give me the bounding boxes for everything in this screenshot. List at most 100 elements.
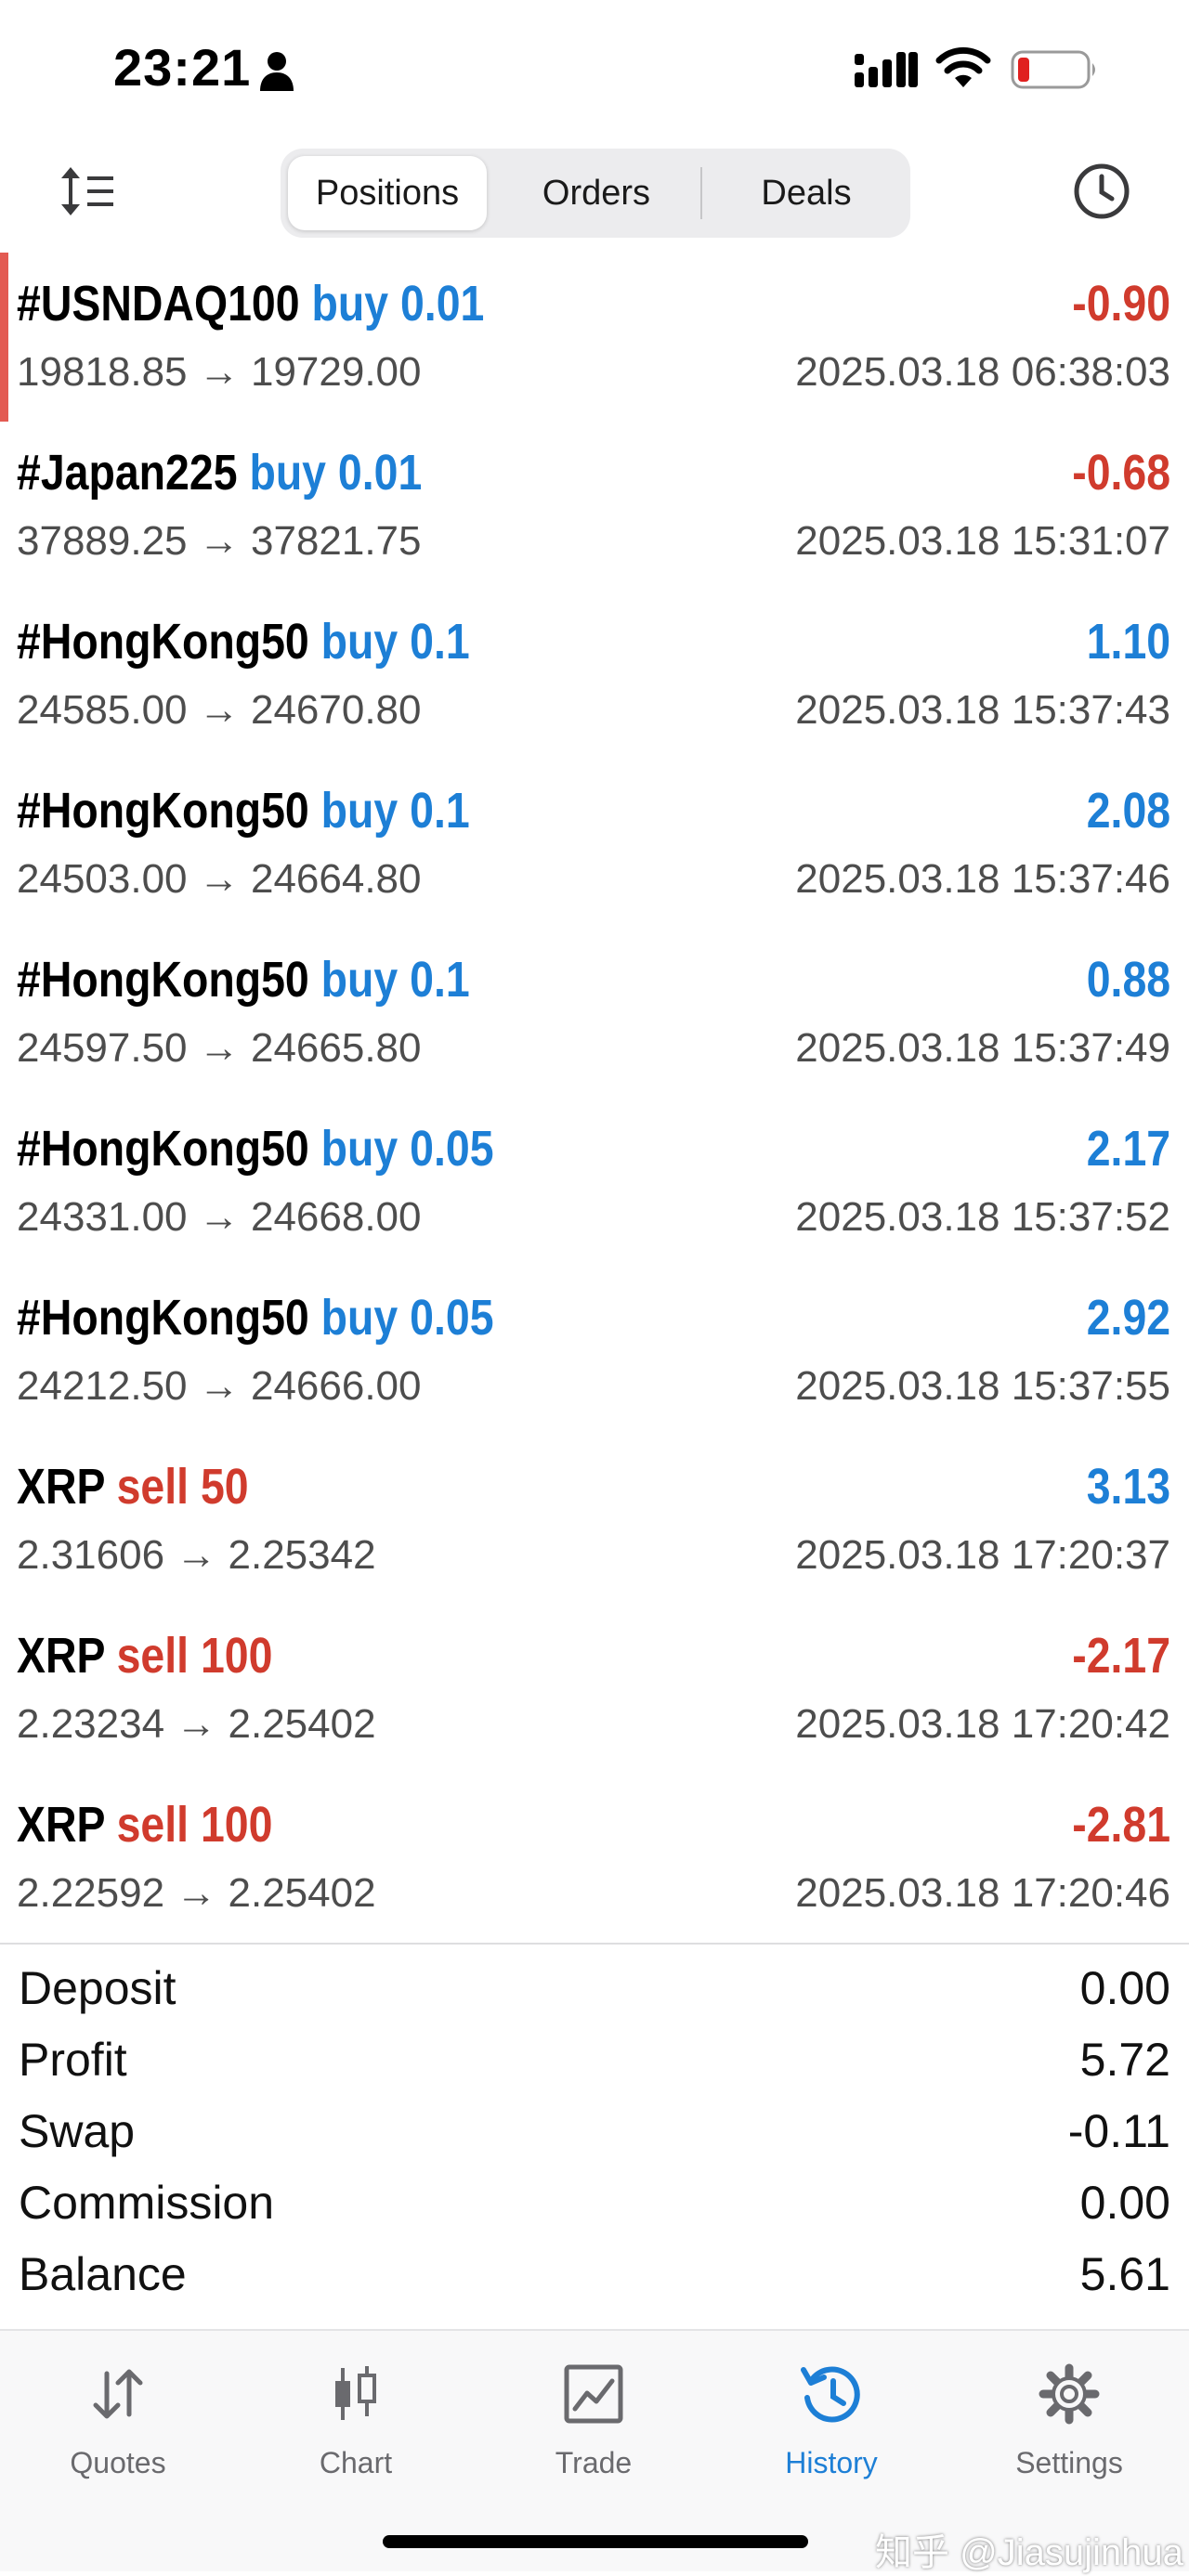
trade-chart-icon [564, 2364, 623, 2424]
deal-volume: 0.01 [399, 276, 485, 332]
deal-side: buy [320, 614, 399, 670]
deal-time: 2025.03.18 06:38:03 [795, 349, 1170, 395]
status-time: 23:21 [113, 38, 252, 97]
quotes-arrows-icon [93, 2369, 143, 2419]
status-bar: 23:21 [0, 0, 1189, 139]
tabbar-label: Settings [1015, 2446, 1123, 2479]
home-indicator [383, 2535, 808, 2548]
deal-time: 2025.03.18 17:20:46 [795, 1870, 1170, 1916]
wifi-icon [935, 46, 991, 87]
deal-time: 2025.03.18 17:20:37 [795, 1532, 1170, 1578]
divider [0, 1943, 1189, 1945]
tab-deals[interactable]: Deals [710, 156, 903, 230]
deal-prices: 24212.50 → 24666.00 [17, 1363, 422, 1409]
deal-prices: 2.31606 → 2.25342 [17, 1532, 376, 1578]
deal-time: 2025.03.18 15:37:49 [795, 1025, 1170, 1071]
tab-orders[interactable]: Orders [500, 156, 693, 230]
deal-volume: 100 [200, 1628, 273, 1684]
deal-volume: 0.1 [410, 783, 470, 839]
deal-row[interactable]: #Japan225 buy 0.01 -0.68 37889.25 → 37821.… [0, 422, 1189, 591]
tabbar-label: History [785, 2446, 878, 2479]
summary-value: 0.00 [1079, 1962, 1170, 2014]
deal-time: 2025.03.18 15:37:55 [795, 1363, 1170, 1409]
deal-symbol: XRP sell 100 [17, 1796, 272, 1854]
deal-symbol-name: #Japan225 [17, 445, 238, 501]
deal-profit: 3.13 [1086, 1459, 1170, 1515]
summary-label: Profit [19, 2034, 127, 2086]
cellular-signal-icon [855, 52, 918, 87]
deal-row[interactable]: XRP sell 50 3.13 2.31606 → 2.25342 2025.03.… [0, 1436, 1189, 1605]
tabbar-item-settings[interactable]: Settings [976, 2362, 1162, 2492]
tab-positions[interactable]: Positions [288, 156, 487, 230]
deal-symbol-name: XRP [17, 1797, 105, 1853]
tabbar-label: Chart [319, 2446, 393, 2479]
deal-side: sell [116, 1797, 189, 1853]
deal-side: sell [116, 1628, 189, 1684]
summary-value: 0.00 [1079, 2177, 1170, 2229]
deal-prices: 24331.00 → 24668.00 [17, 1194, 422, 1240]
deal-volume: 0.01 [337, 445, 423, 501]
deal-side: sell [116, 1459, 189, 1515]
deal-symbol: #USNDAQ100 buy 0.01 [17, 275, 484, 332]
deal-symbol-name: #HongKong50 [17, 1121, 309, 1177]
deal-symbol: XRP sell 50 [17, 1458, 249, 1516]
deal-side: buy [320, 783, 399, 839]
deal-prices: 24503.00 → 24664.80 [17, 856, 422, 902]
deal-profit: 2.08 [1086, 783, 1170, 839]
deal-prices: 2.22592 → 2.25402 [17, 1870, 376, 1916]
tabbar-item-history[interactable]: History [738, 2362, 924, 2492]
summary-value: -0.11 [1067, 2105, 1170, 2157]
summary-label: Swap [19, 2105, 136, 2157]
deal-row[interactable]: #HongKong50 buy 0.1 2.08 24503.00 → 24664.… [0, 760, 1189, 929]
summary-label: Commission [19, 2177, 275, 2229]
deal-row[interactable]: #HongKong50 buy 0.1 1.10 24585.00 → 24670.… [0, 591, 1189, 760]
summary-row-commission: Commission 0.00 [0, 2170, 1189, 2242]
deal-symbol-name: #HongKong50 [17, 614, 309, 670]
watermark: 知乎 @Jiasujinhua [875, 2532, 1183, 2573]
clock-icon[interactable] [1072, 162, 1131, 221]
deal-volume: 100 [200, 1797, 273, 1853]
gear-icon [1039, 2363, 1100, 2425]
deal-row[interactable]: #HongKong50 buy 0.05 2.92 24212.50 → 24666… [0, 1267, 1189, 1436]
summary-label: Deposit [19, 1962, 176, 2014]
tabbar-item-chart[interactable]: Chart [263, 2362, 449, 2492]
deal-symbol-name: #HongKong50 [17, 952, 309, 1008]
deal-symbol-name: XRP [17, 1459, 105, 1515]
deal-row[interactable]: XRP sell 100 -2.17 2.23234 → 2.25402 2025.0… [0, 1605, 1189, 1774]
tabbar-item-trade[interactable]: Trade [501, 2362, 686, 2492]
deal-time: 2025.03.18 15:37:43 [795, 687, 1170, 733]
deal-time: 2025.03.18 15:37:46 [795, 856, 1170, 902]
deal-row[interactable]: #HongKong50 buy 0.05 2.17 24331.00 → 24668… [0, 1098, 1189, 1267]
deal-time: 2025.03.18 17:20:42 [795, 1701, 1170, 1747]
deal-symbol-name: #HongKong50 [17, 1290, 309, 1346]
deal-profit: 2.92 [1086, 1290, 1170, 1346]
deal-row[interactable]: #USNDAQ100 buy 0.01 -0.90 19818.85 → 19729… [0, 253, 1189, 422]
deal-row[interactable]: #HongKong50 buy 0.1 0.88 24597.50 → 24665.… [0, 929, 1189, 1098]
deal-prices: 24585.00 → 24670.80 [17, 687, 422, 733]
deal-profit: -2.81 [1072, 1797, 1170, 1853]
summary-row-deposit: Deposit 0.00 [0, 1956, 1189, 2027]
summary-value: 5.72 [1079, 2034, 1170, 2086]
deal-symbol: XRP sell 100 [17, 1627, 272, 1685]
summary-panel: Deposit 0.00 Profit 5.72 Swap -0.11 Comm… [0, 1956, 1189, 2313]
deal-profit: -2.17 [1072, 1628, 1170, 1684]
history-clock-icon [801, 2366, 860, 2423]
deal-time: 2025.03.18 15:31:07 [795, 518, 1170, 564]
deal-symbol: #HongKong50 buy 0.05 [17, 1120, 494, 1177]
battery-low-icon [1011, 50, 1095, 89]
deal-prices: 2.23234 → 2.25402 [17, 1701, 376, 1747]
deal-row[interactable]: XRP sell 100 -2.81 2.22592 → 2.25402 2025.0… [0, 1774, 1189, 1943]
deal-profit: 0.88 [1086, 952, 1170, 1008]
tabbar-item-quotes[interactable]: Quotes [25, 2362, 211, 2492]
deal-symbol-name: XRP [17, 1628, 105, 1684]
deal-prices: 37889.25 → 37821.75 [17, 518, 422, 564]
sort-icon[interactable] [59, 165, 115, 217]
summary-value: 5.61 [1079, 2248, 1170, 2300]
segmented-control: Positions Orders Deals [281, 149, 910, 238]
deal-volume: 50 [200, 1459, 249, 1515]
deal-prices: 24597.50 → 24665.80 [17, 1025, 422, 1071]
deal-side: buy [249, 445, 327, 501]
tabbar-label: Trade [555, 2446, 633, 2479]
deal-side: buy [320, 1290, 399, 1346]
tabbar-label: Quotes [70, 2446, 166, 2479]
